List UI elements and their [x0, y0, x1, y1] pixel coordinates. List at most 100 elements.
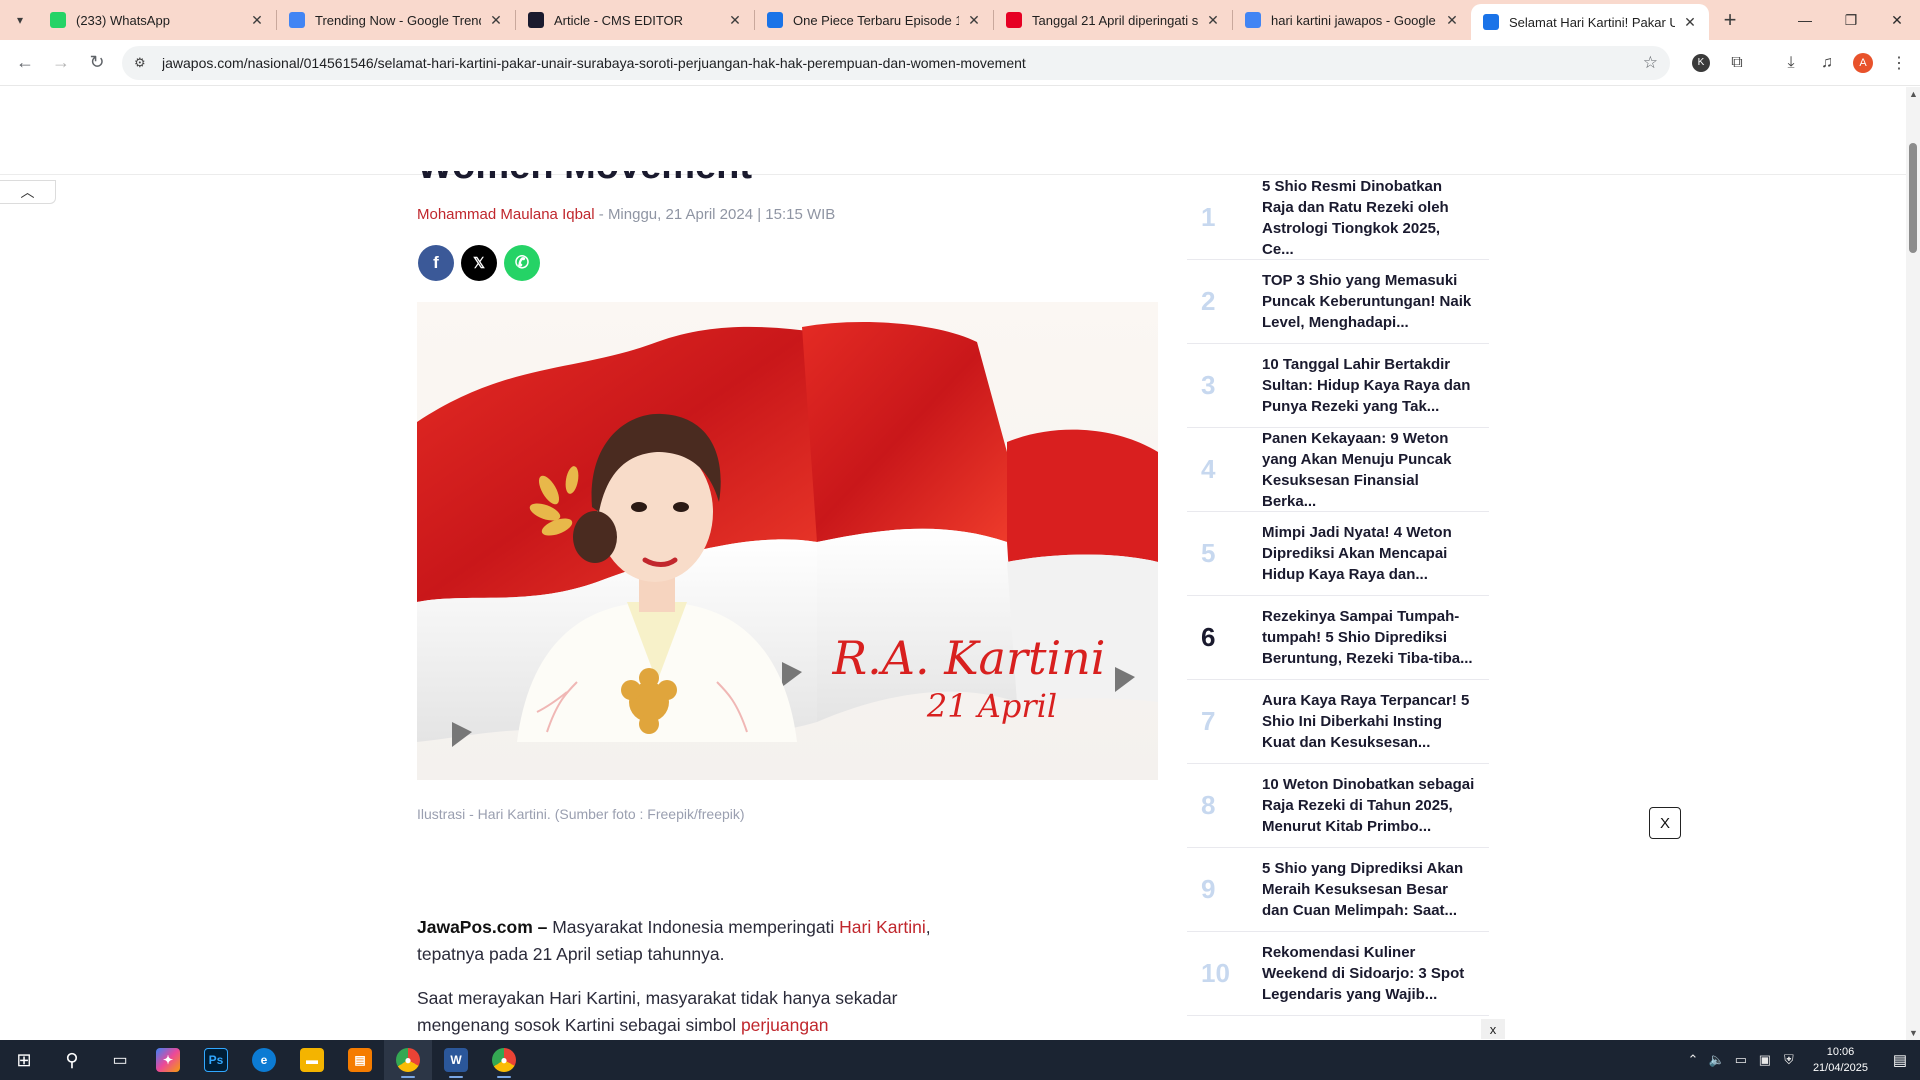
security-icon[interactable]: ⛨ [1777, 1052, 1801, 1068]
page-scrollbar[interactable]: ▲ ▼ [1906, 87, 1920, 1040]
flag-red-center [802, 322, 1007, 542]
tab-search-button[interactable]: ▾ [6, 6, 34, 34]
minimize-button[interactable]: — [1782, 0, 1828, 40]
taskbar-chrome-1[interactable]: ● [384, 1040, 432, 1080]
scrollbar-thumb[interactable] [1909, 143, 1917, 253]
tab-close-icon[interactable]: ✕ [965, 11, 983, 29]
trending-item[interactable]: 7 Aura Kaya Raya Terpancar! 5 Shio Ini Di… [1187, 680, 1489, 764]
pinterest-icon [1006, 12, 1022, 28]
browser-tab[interactable]: hari kartini jawapos - Google S ✕ [1233, 0, 1471, 40]
scroll-down-icon[interactable]: ▼ [1909, 1028, 1918, 1038]
trending-title[interactable]: Rekomendasi Kuliner Weekend di Sidoarjo:… [1262, 942, 1489, 1005]
trending-item[interactable]: 9 5 Shio yang Diprediksi Akan Meraih Kesu… [1187, 848, 1489, 932]
notification-icon: ▤ [1892, 1052, 1908, 1069]
tab-title: (233) WhatsApp [76, 12, 170, 28]
site-info-icon[interactable]: ⚙ [134, 55, 152, 71]
address-bar[interactable]: ⚙ jawapos.com/nasional/014561546/selamat… [122, 45, 1670, 80]
trending-item[interactable]: 2 TOP 3 Shio yang Memasuki Puncak Keberun… [1187, 260, 1489, 344]
trending-rank: 2 [1201, 286, 1216, 316]
downloads-button[interactable]: ⤓ [1774, 46, 1808, 80]
reload-button[interactable]: ↻ [80, 46, 114, 80]
share-whatsapp-button[interactable]: ✆ [504, 245, 540, 281]
share-facebook-button[interactable]: f [418, 245, 454, 281]
chevron-up-icon[interactable]: ⌃ [1681, 1052, 1705, 1068]
profile-a-button[interactable]: A [1846, 46, 1880, 80]
search-button[interactable]: ⚲ [48, 1040, 96, 1080]
taskbar-chrome-2[interactable]: ● [480, 1040, 528, 1080]
close-icon: ✕ [1891, 11, 1903, 28]
browser-tab[interactable]: One Piece Terbaru Episode 112 ✕ [755, 0, 993, 40]
taskbar-file-explorer[interactable]: ▬ [288, 1040, 336, 1080]
google-icon [1245, 12, 1261, 28]
new-tab-button[interactable]: + [1715, 5, 1745, 35]
start-button[interactable]: ⊞ [0, 1040, 48, 1080]
trending-title[interactable]: Aura Kaya Raya Terpancar! 5 Shio Ini Dib… [1262, 690, 1489, 753]
trending-item[interactable]: 1 5 Shio Resmi Dinobatkan Raja dan Ratu R… [1187, 176, 1489, 260]
browser-tab[interactable]: Trending Now - Google Trends ✕ [277, 0, 515, 40]
taskbar-app-orange[interactable]: ▤ [336, 1040, 384, 1080]
notifications-button[interactable]: ▤ [1880, 1040, 1920, 1080]
browser-tab[interactable]: Article - CMS EDITOR ✕ [516, 0, 754, 40]
trending-item[interactable]: 4 Panen Kekayaan: 9 Weton yang Akan Menuj… [1187, 428, 1489, 512]
taskbar-photoshop[interactable]: Ps [192, 1040, 240, 1080]
tab-strip: ▾ (233) WhatsApp ✕ Trending Now - Google T… [0, 0, 1920, 40]
trending-item[interactable]: 5 Mimpi Jadi Nyata! 4 Weton Diprediksi Ak… [1187, 512, 1489, 596]
bookmark-star-icon[interactable]: ☆ [1643, 53, 1658, 73]
close-bottom-ad-button[interactable]: x [1481, 1019, 1505, 1039]
trending-title[interactable]: Mimpi Jadi Nyata! 4 Weton Diprediksi Aka… [1262, 522, 1489, 585]
app-orange-icon: ▤ [348, 1048, 372, 1072]
trending-title[interactable]: Panen Kekayaan: 9 Weton yang Akan Menuju… [1262, 428, 1489, 512]
back-button[interactable]: ← [8, 46, 42, 80]
taskbar-word[interactable]: W [432, 1040, 480, 1080]
volume-icon[interactable]: 🔈 [1705, 1052, 1729, 1068]
chevron-up-icon: ︿ [20, 184, 35, 200]
tab-close-icon[interactable]: ✕ [726, 11, 744, 29]
search-icon: ⚲ [65, 1049, 79, 1070]
trending-title[interactable]: Rezekinya Sampai Tumpah-tumpah! 5 Shio D… [1262, 606, 1489, 669]
paragraph-1: JawaPos.com – Masyarakat Indonesia mempe… [417, 914, 937, 968]
collapse-banner-button[interactable]: ︿ [0, 180, 56, 204]
system-tray: ⌃ 🔈 ▭ ▣ ⛨ 10:06 21/04/2025 ▤ [1681, 1040, 1920, 1080]
perjuangan-link[interactable]: perjuangan [741, 1015, 829, 1035]
scroll-up-icon[interactable]: ▲ [1909, 89, 1918, 99]
trending-title[interactable]: 10 Tanggal Lahir Bertakdir Sultan: Hidup… [1262, 354, 1489, 417]
task-view-button[interactable]: ▭ [96, 1040, 144, 1080]
author-link[interactable]: Mohammad Maulana Iqbal [417, 206, 595, 223]
hari-kartini-link[interactable]: Hari Kartini [839, 917, 926, 937]
trending-item[interactable]: 3 10 Tanggal Lahir Bertakdir Sultan: Hidu… [1187, 344, 1489, 428]
media-controls-button[interactable]: ♫ [1810, 46, 1844, 80]
forward-button[interactable]: → [44, 46, 78, 80]
profile-k-button[interactable]: K [1684, 46, 1718, 80]
tab-close-icon[interactable]: ✕ [487, 11, 505, 29]
browser-tab[interactable]: (233) WhatsApp ✕ [38, 0, 276, 40]
copilot-icon: ✦ [156, 1048, 180, 1072]
extensions-button[interactable]: ⧉ [1720, 46, 1754, 80]
close-ad-button[interactable]: X [1649, 807, 1681, 839]
menu-button[interactable]: ⋮ [1882, 46, 1916, 80]
tab-close-icon[interactable]: ✕ [1681, 13, 1699, 31]
display-icon[interactable]: ▣ [1753, 1052, 1777, 1068]
trending-rank: 5 [1201, 538, 1216, 568]
tab-close-icon[interactable]: ✕ [248, 11, 266, 29]
taskbar-edge[interactable]: e [240, 1040, 288, 1080]
close-window-button[interactable]: ✕ [1874, 0, 1920, 40]
taskbar-copilot[interactable]: ✦ [144, 1040, 192, 1080]
trending-title[interactable]: 10 Weton Dinobatkan sebagai Raja Rezeki … [1262, 774, 1489, 837]
tab-close-icon[interactable]: ✕ [1443, 11, 1461, 29]
tab-title: Trending Now - Google Trends [315, 12, 481, 28]
page-viewport: ︿ Women Movement Mohammad Maulana Iqbal … [0, 87, 1906, 1040]
tab-close-icon[interactable]: ✕ [1204, 11, 1222, 29]
trending-item[interactable]: 10 Rekomendasi Kuliner Weekend di Sidoarj… [1187, 932, 1489, 1016]
restore-button[interactable]: ❐ [1828, 0, 1874, 40]
trending-title[interactable]: 5 Shio yang Diprediksi Akan Meraih Kesuk… [1262, 858, 1489, 921]
browser-tab[interactable]: Tanggal 21 April diperingati seb ✕ [994, 0, 1232, 40]
network-icon[interactable]: ▭ [1729, 1052, 1753, 1068]
trending-item[interactable]: 6 Rezekinya Sampai Tumpah-tumpah! 5 Shio … [1187, 596, 1489, 680]
trending-title[interactable]: TOP 3 Shio yang Memasuki Puncak Keberunt… [1262, 270, 1489, 333]
clock[interactable]: 10:06 21/04/2025 [1813, 1044, 1868, 1076]
url-text[interactable]: jawapos.com/nasional/014561546/selamat-h… [162, 55, 1643, 71]
share-x-button[interactable]: 𝕏 [461, 245, 497, 281]
trending-item[interactable]: 8 10 Weton Dinobatkan sebagai Raja Rezeki… [1187, 764, 1489, 848]
trending-title[interactable]: 5 Shio Resmi Dinobatkan Raja dan Ratu Re… [1262, 176, 1489, 260]
browser-tab[interactable]: Selamat Hari Kartini! Pakar Una ✕ [1471, 4, 1709, 40]
